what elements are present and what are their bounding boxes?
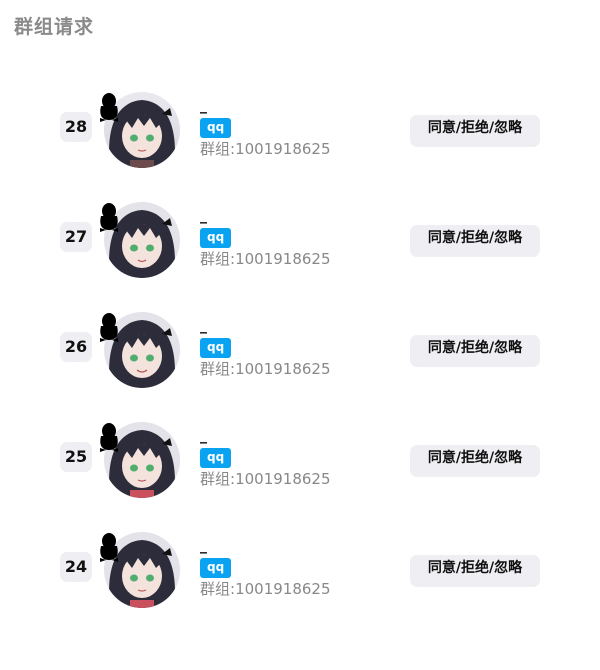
request-info: _ qq 群组:1001918625 bbox=[200, 538, 331, 597]
request-info: _ qq 群组:1001918625 bbox=[200, 208, 331, 267]
request-index-badge: 27 bbox=[60, 222, 92, 252]
avatar-wrap bbox=[98, 422, 184, 502]
platform-tag: qq bbox=[200, 228, 232, 248]
request-info: _ qq 群组:1001918625 bbox=[200, 318, 331, 377]
nickname: _ bbox=[200, 98, 207, 114]
qq-penguin-icon bbox=[100, 203, 118, 232]
group-label: 群组: bbox=[200, 470, 236, 488]
request-index-badge: 26 bbox=[60, 332, 92, 362]
group-id: 1001918625 bbox=[235, 580, 331, 598]
group-id: 1001918625 bbox=[235, 250, 331, 268]
group-label: 群组: bbox=[200, 580, 236, 598]
request-row: 25 _ qq 群组:1001918625 同意/拒绝/忽略 bbox=[0, 420, 600, 530]
approve-reject-ignore-button[interactable]: 同意/拒绝/忽略 bbox=[410, 115, 540, 147]
request-index-badge: 25 bbox=[60, 442, 92, 472]
platform-tag: qq bbox=[200, 448, 232, 468]
qq-penguin-icon bbox=[100, 313, 118, 342]
nickname: _ bbox=[200, 538, 207, 554]
request-index-badge: 28 bbox=[60, 112, 92, 142]
avatar-wrap bbox=[98, 202, 184, 282]
request-row: 28 _ qq 群组:1001918625 同意/拒绝/忽略 bbox=[0, 90, 600, 200]
approve-reject-ignore-button[interactable]: 同意/拒绝/忽略 bbox=[410, 445, 540, 477]
group-label: 群组: bbox=[200, 250, 236, 268]
group-id: 1001918625 bbox=[235, 140, 331, 158]
avatar-wrap bbox=[98, 532, 184, 612]
group-label: 群组: bbox=[200, 360, 236, 378]
group-line: 群组:1001918625 bbox=[200, 361, 331, 377]
qq-penguin-icon bbox=[100, 533, 118, 562]
approve-reject-ignore-button[interactable]: 同意/拒绝/忽略 bbox=[410, 225, 540, 257]
nickname: _ bbox=[200, 318, 207, 334]
qq-penguin-icon bbox=[100, 423, 118, 452]
nickname: _ bbox=[200, 428, 207, 444]
group-line: 群组:1001918625 bbox=[200, 581, 331, 597]
avatar-wrap bbox=[98, 312, 184, 392]
avatar-wrap bbox=[98, 92, 184, 172]
group-line: 群组:1001918625 bbox=[200, 141, 331, 157]
qq-penguin-icon bbox=[100, 93, 118, 122]
request-info: _ qq 群组:1001918625 bbox=[200, 98, 331, 157]
group-line: 群组:1001918625 bbox=[200, 251, 331, 267]
request-row: 26 _ qq 群组:1001918625 同意/拒绝/忽略 bbox=[0, 310, 600, 420]
request-row: 27 _ qq 群组:1001918625 同意/拒绝/忽略 bbox=[0, 200, 600, 310]
request-list: 28 _ qq 群组:1001918625 同意/拒绝/忽略 27 _ qq 群… bbox=[0, 90, 600, 640]
group-label: 群组: bbox=[200, 140, 236, 158]
approve-reject-ignore-button[interactable]: 同意/拒绝/忽略 bbox=[410, 335, 540, 367]
group-line: 群组:1001918625 bbox=[200, 471, 331, 487]
request-row: 24 _ qq 群组:1001918625 同意/拒绝/忽略 bbox=[0, 530, 600, 640]
group-id: 1001918625 bbox=[235, 470, 331, 488]
platform-tag: qq bbox=[200, 338, 232, 358]
platform-tag: qq bbox=[200, 118, 232, 138]
request-info: _ qq 群组:1001918625 bbox=[200, 428, 331, 487]
group-id: 1001918625 bbox=[235, 360, 331, 378]
platform-tag: qq bbox=[200, 558, 232, 578]
request-index-badge: 24 bbox=[60, 552, 92, 582]
approve-reject-ignore-button[interactable]: 同意/拒绝/忽略 bbox=[410, 555, 540, 587]
page-title: 群组请求 bbox=[14, 16, 95, 38]
nickname: _ bbox=[200, 208, 207, 224]
